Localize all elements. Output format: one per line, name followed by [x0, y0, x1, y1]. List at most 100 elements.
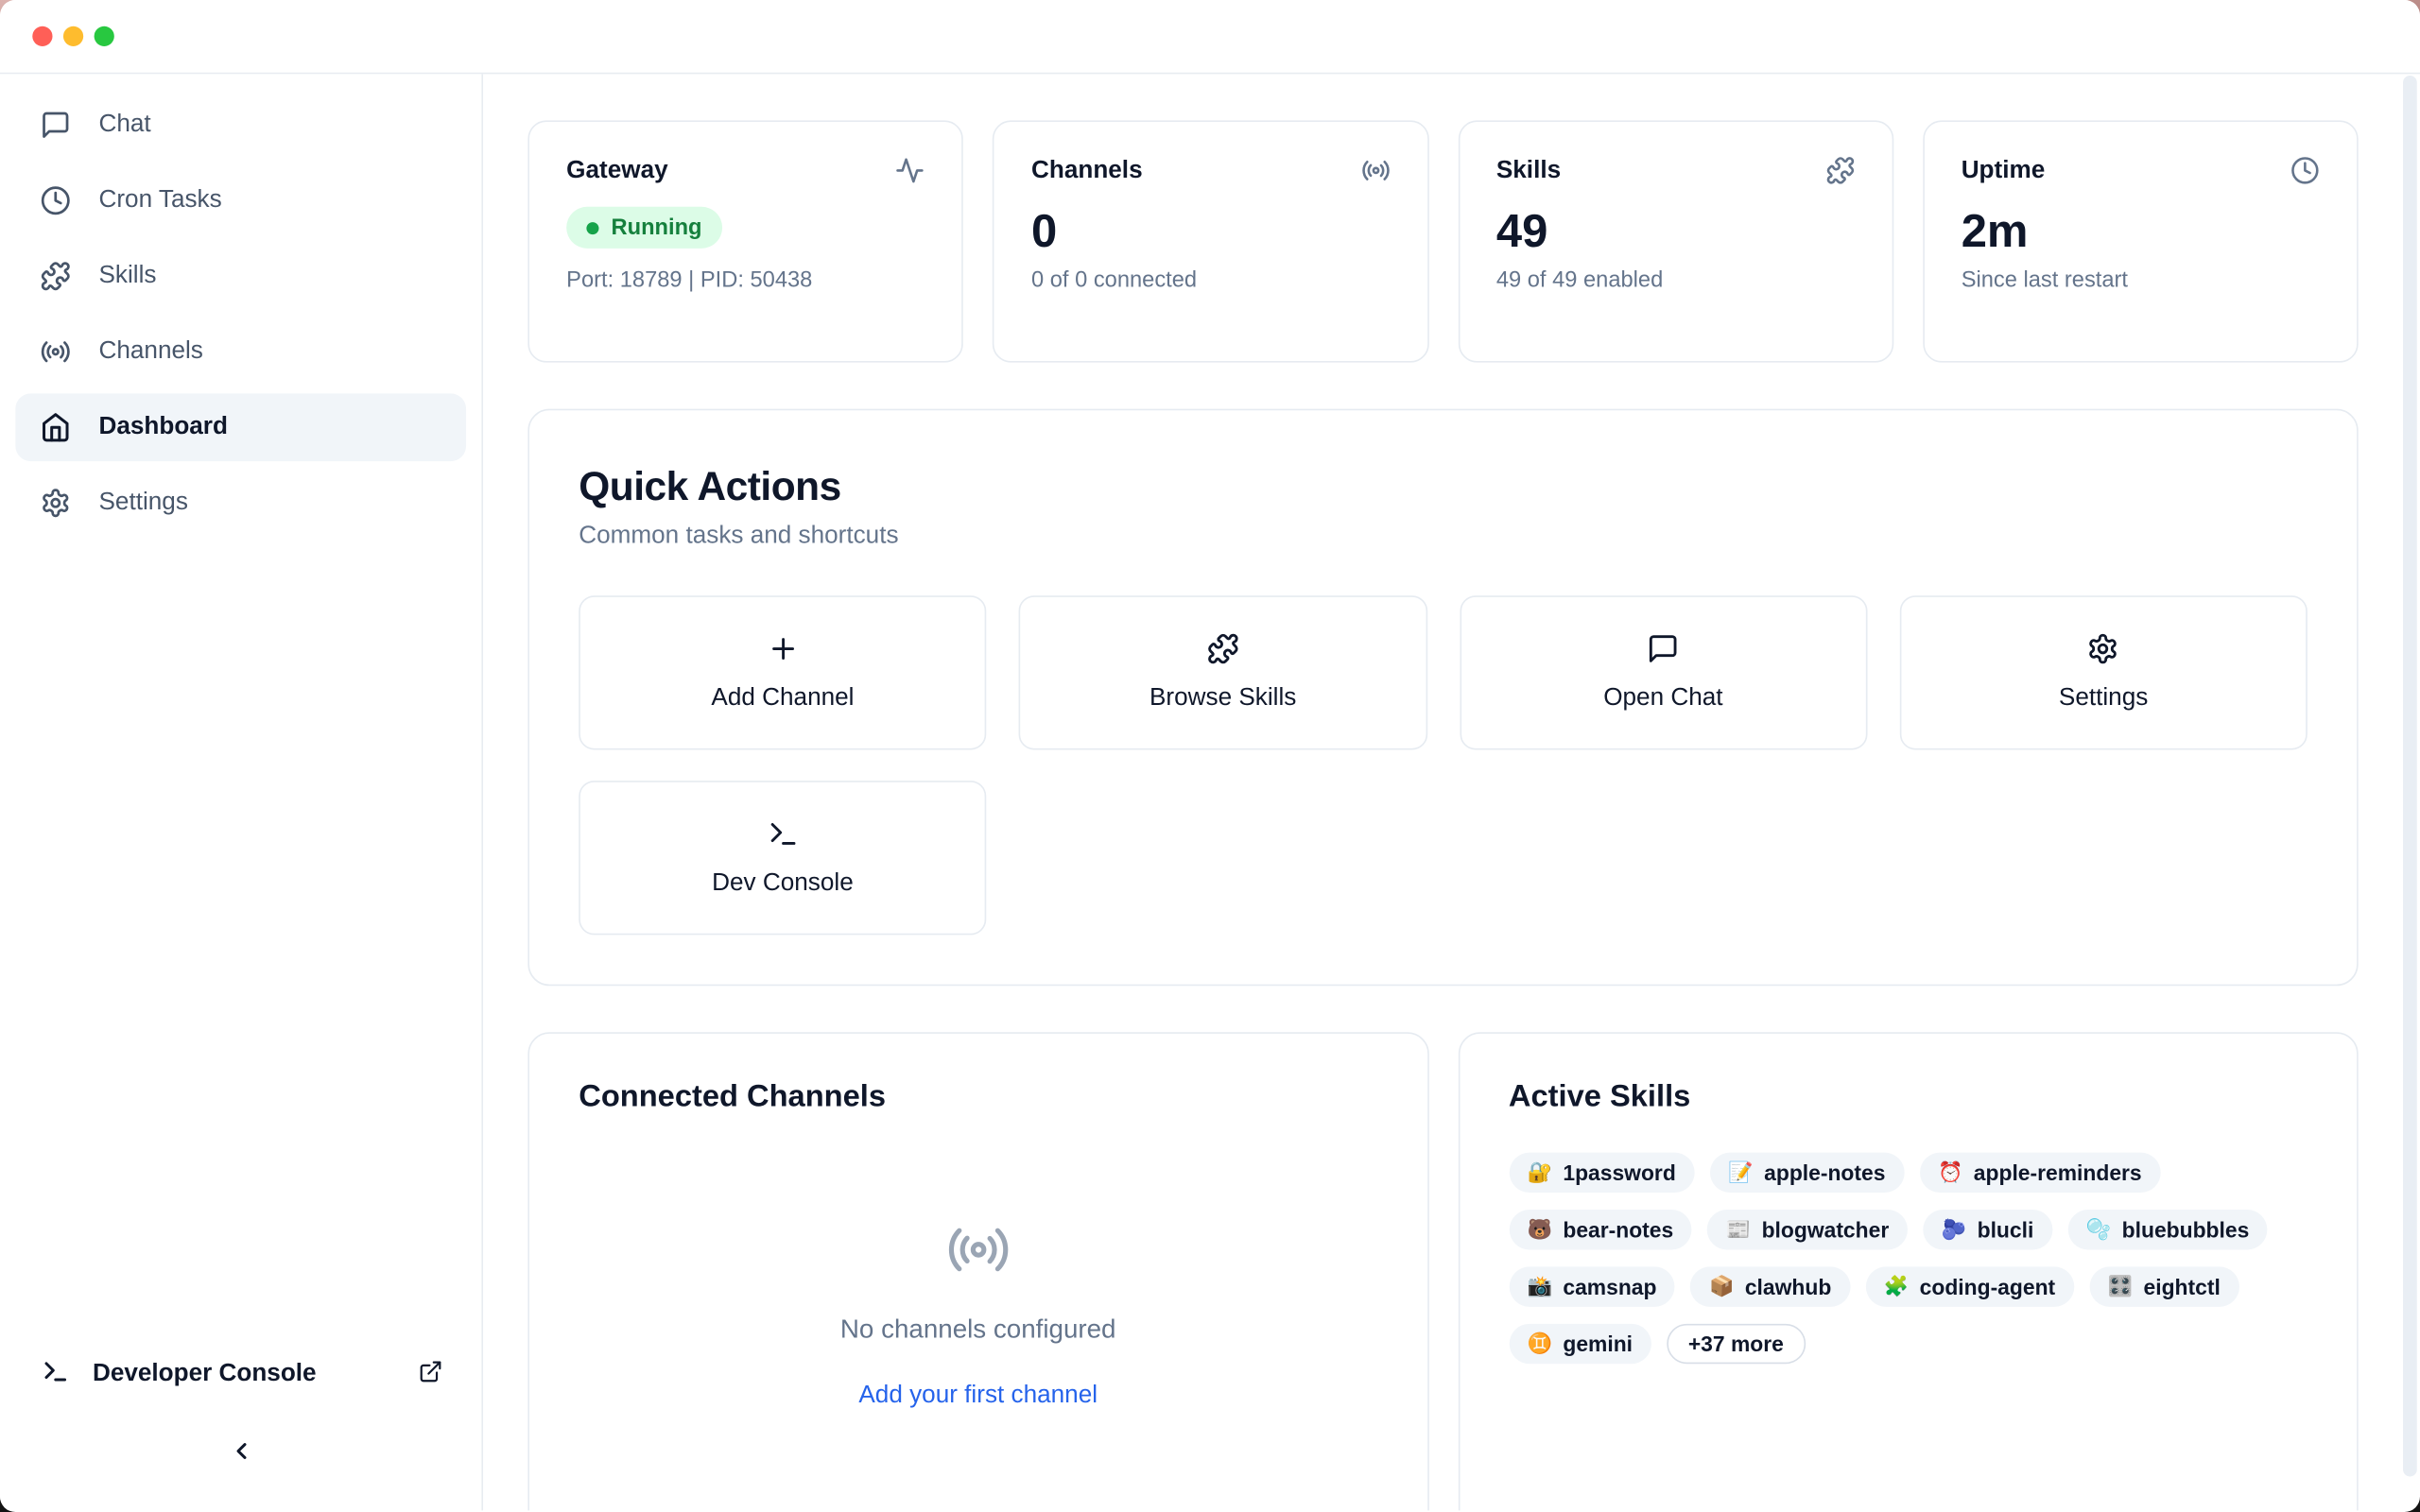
- home-icon: [40, 412, 71, 443]
- quick-action-open-chat-button[interactable]: Open Chat: [1460, 595, 1867, 749]
- skill-badge-bluebubbles[interactable]: 🫧bluebubbles: [2067, 1210, 2268, 1249]
- stat-card-channels: Channels 0 0 of 0 connected: [993, 120, 1428, 362]
- screen: Chat Cron Tasks Skills Channels Dashboard Set…: [0, 0, 2420, 1512]
- quick-action-add-channel-button[interactable]: Add Channel: [579, 595, 986, 749]
- status-badge-label: Running: [612, 215, 702, 240]
- skill-name: camsnap: [1563, 1275, 1656, 1299]
- stat-card-skills: Skills 49 49 of 49 enabled: [1458, 120, 1893, 362]
- gear-icon: [2087, 632, 2119, 664]
- skill-name: blogwatcher: [1762, 1217, 1890, 1242]
- stat-title: Gateway: [566, 157, 667, 184]
- sidebar-item-label: Chat: [98, 112, 150, 139]
- quick-action-label: Open Chat: [1603, 685, 1722, 713]
- minimize-window-button[interactable]: [63, 26, 83, 46]
- app-window: Chat Cron Tasks Skills Channels Dashboard Set…: [0, 0, 2420, 1512]
- sidebar-item-label: Skills: [98, 263, 156, 290]
- connected-channels-panel: Connected Channels No channels configure…: [527, 1032, 1428, 1510]
- active-skills-title: Active Skills: [1509, 1080, 2308, 1116]
- stat-value: 49: [1496, 207, 1855, 260]
- stat-card-uptime: Uptime2mSince last restart: [1923, 120, 2359, 362]
- clock-icon: [40, 185, 71, 216]
- skill-badge-blucli[interactable]: 🫐blucli: [1923, 1210, 2052, 1249]
- quick-actions-panel: Quick Actions Common tasks and shortcuts…: [527, 409, 2358, 987]
- skill-emoji-icon: 📰: [1726, 1217, 1751, 1242]
- sidebar-item-dashboard[interactable]: Dashboard: [15, 393, 466, 461]
- dashboard-main: Gateway Running Port: 18789 | PID: 50438 Ch…: [483, 74, 2420, 1510]
- sidebar-item-skills[interactable]: Skills: [15, 242, 466, 310]
- skill-badge-blogwatcher[interactable]: 📰 blogwatcher: [1707, 1210, 1908, 1249]
- stat-title: Skills: [1496, 157, 1561, 184]
- skill-emoji-icon: 🔐: [1528, 1160, 1552, 1185]
- channels-empty-state: No channels configured Add your first ch…: [579, 1217, 1377, 1410]
- quick-actions-subtitle: Common tasks and shortcuts: [579, 519, 2308, 556]
- skill-emoji-icon: 📸: [1528, 1275, 1552, 1299]
- add-first-channel-link[interactable]: Add your first channel: [858, 1383, 1098, 1410]
- quick-actions-grid: Add Channel Browse Skills Open Chat Setting…: [579, 595, 2308, 935]
- quick-action-label: Dev Console: [712, 870, 854, 898]
- skill-name: 1password: [1563, 1160, 1675, 1185]
- skill-badge-eightctl[interactable]: 🎛️eightctl: [2089, 1266, 2238, 1306]
- quick-action-dev-console-button[interactable]: Dev Console: [579, 781, 986, 935]
- channels-empty-text: No channels configured: [840, 1314, 1116, 1346]
- skill-name: coding-agent: [1920, 1275, 2055, 1299]
- sidebar-nav: Chat Cron Tasks Skills Channels Dashboard Set…: [0, 74, 481, 544]
- sidebar: Chat Cron Tasks Skills Channels Dashboard Set…: [0, 74, 483, 1510]
- quick-action-label: Browse Skills: [1150, 685, 1296, 713]
- skill-badge-apple-reminders[interactable]: ⏰apple-reminders: [1919, 1153, 2160, 1193]
- puzzle-icon: [1825, 156, 1855, 185]
- sidebar-item-chat[interactable]: Chat: [15, 91, 466, 159]
- stat-value: 0: [1031, 207, 1390, 260]
- app-body: Chat Cron Tasks Skills Channels Dashboard Set…: [0, 74, 2420, 1510]
- more-skills-badge[interactable]: +37 more: [1667, 1324, 1806, 1364]
- quick-actions-title: Quick Actions: [579, 460, 2308, 513]
- skill-emoji-icon: 🫐: [1942, 1217, 1966, 1242]
- quick-action-settings-button[interactable]: Settings: [1899, 595, 2307, 749]
- external-icon: [418, 1359, 442, 1383]
- sidebar-footer: Developer Console: [0, 1351, 481, 1510]
- collapse-sidebar-button[interactable]: [0, 1438, 481, 1511]
- sidebar-item-label: Cron Tasks: [98, 187, 221, 215]
- stat-detail: 49 of 49 enabled: [1496, 268, 1855, 293]
- skill-name: bear-notes: [1563, 1217, 1673, 1242]
- skill-emoji-icon: 📦: [1709, 1275, 1734, 1299]
- developer-console-button[interactable]: Developer Console: [0, 1351, 481, 1398]
- close-window-button[interactable]: [32, 26, 52, 46]
- skill-badge-apple-notes[interactable]: 📝apple-notes: [1710, 1153, 1904, 1193]
- sidebar-item-settings[interactable]: Settings: [15, 469, 466, 537]
- skill-badge-camsnap[interactable]: 📸 camsnap: [1509, 1266, 1675, 1306]
- sidebar-item-cron-tasks[interactable]: Cron Tasks: [15, 166, 466, 234]
- skill-badge-coding-agent[interactable]: 🧩coding-agent: [1865, 1266, 2074, 1306]
- connected-channels-title: Connected Channels: [579, 1080, 1377, 1116]
- vertical-scrollbar[interactable]: [2403, 76, 2417, 1476]
- skill-name: bluebubbles: [2122, 1217, 2250, 1242]
- quick-action-browse-skills-button[interactable]: Browse Skills: [1019, 595, 1426, 749]
- sidebar-item-label: Channels: [98, 338, 202, 366]
- sidebar-item-label: Settings: [98, 490, 187, 517]
- chevron-left-icon: [228, 1438, 254, 1472]
- skill-badge-bear-notes[interactable]: 🐻 bear-notes: [1509, 1210, 1692, 1249]
- skill-emoji-icon: ⏰: [1938, 1160, 1962, 1185]
- stat-detail: 0 of 0 connected: [1031, 268, 1390, 293]
- stat-note: Port: 18789 | PID: 50438: [566, 268, 925, 293]
- skill-badge-1password[interactable]: 🔐 1password: [1509, 1153, 1694, 1193]
- radio-icon: [945, 1217, 1011, 1282]
- active-skills-panel: Active Skills 🔐 1password 📝apple-notes ⏰app…: [1458, 1032, 2359, 1510]
- skill-name: clawhub: [1745, 1275, 1831, 1299]
- skill-emoji-icon: ♊️: [1528, 1332, 1552, 1356]
- radio-icon: [40, 336, 71, 368]
- skill-emoji-icon: 📝: [1728, 1160, 1753, 1185]
- sidebar-item-channels[interactable]: Channels: [15, 318, 466, 386]
- status-badge: Running: [566, 207, 722, 249]
- chevronleft-icon: [228, 1438, 254, 1465]
- quick-action-label: Settings: [2059, 685, 2148, 713]
- skill-badge-clawhub[interactable]: 📦 clawhub: [1690, 1266, 1849, 1306]
- skill-emoji-icon: 🐻: [1528, 1217, 1552, 1242]
- radio-icon: [945, 1217, 1011, 1290]
- stat-title: Uptime: [1962, 157, 2046, 184]
- zoom-window-button[interactable]: [95, 26, 114, 46]
- skill-emoji-icon: 🎛️: [2108, 1275, 2133, 1299]
- skill-badge-gemini[interactable]: ♊️ gemini: [1509, 1324, 1651, 1364]
- stat-title: Channels: [1031, 157, 1143, 184]
- puzzle-icon: [1207, 632, 1239, 664]
- skill-name: gemini: [1563, 1332, 1633, 1356]
